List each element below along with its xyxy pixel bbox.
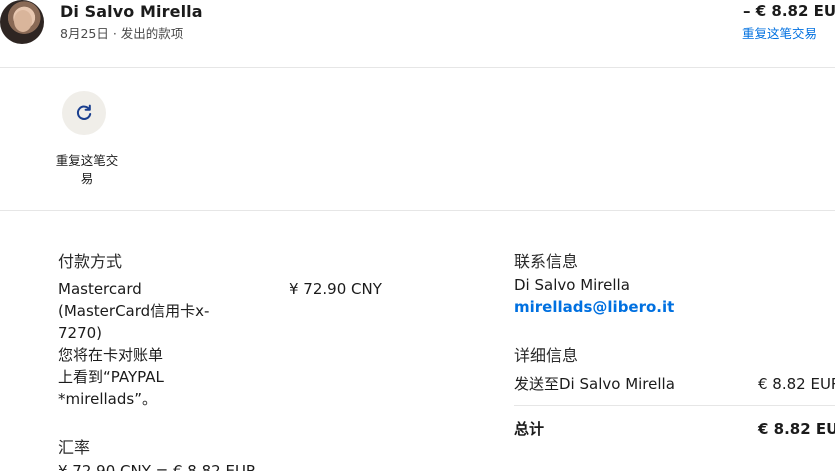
payment-method-title: 付款方式 [58, 252, 123, 271]
payment-method-line: 您将在卡对账单 [58, 346, 164, 364]
repeat-transaction-label: 重复这笔交易 [55, 153, 119, 186]
exchange-rate-line: ¥ 72.90 CNY = € 8.82 EUR [58, 462, 257, 471]
sent-to-amount: € 8.82 EUR [758, 375, 835, 393]
details-title: 详细信息 [514, 346, 579, 365]
repeat-transaction-button[interactable] [62, 91, 106, 135]
total-amount: € 8.82 EUR [758, 420, 835, 438]
payment-method-line: Mastercard [58, 280, 142, 298]
avatar [0, 0, 44, 44]
payment-amount: ¥ 72.90 CNY [289, 280, 382, 298]
contact-name: Di Salvo Mirella [514, 276, 630, 294]
contact-email-link[interactable]: mirellads@libero.it [514, 296, 674, 318]
contact-info-title: 联系信息 [514, 252, 579, 271]
payment-method-line: 7270) [58, 324, 103, 342]
payment-method-line: 上看到“PAYPAL [58, 368, 164, 386]
repeat-transaction-link[interactable]: 重复这笔交易 [742, 23, 817, 42]
payment-method-description: Mastercard (MasterCard信用卡x- 7270) 您将在卡对账… [58, 278, 228, 410]
transaction-details-page: Di Salvo Mirella 8月25日 · 发出的款项 – € 8.82 … [0, 0, 835, 471]
payment-method-line: *mirellads”。 [58, 390, 157, 408]
transaction-amount: – € 8.82 EUR [743, 2, 835, 20]
actions-bar: 重复这笔交易 [0, 68, 835, 211]
total-label: 总计 [514, 420, 545, 438]
exchange-rate-title: 汇率 [58, 438, 91, 457]
transaction-header: Di Salvo Mirella 8月25日 · 发出的款项 – € 8.82 … [0, 0, 835, 68]
details-divider [514, 405, 835, 406]
sent-to-label: 发送至Di Salvo Mirella [514, 375, 675, 393]
transaction-date-type: 8月25日 · 发出的款项 [60, 26, 184, 41]
payment-method-line: (MasterCard信用卡x- [58, 302, 210, 320]
refresh-icon [76, 104, 92, 120]
counterparty-name: Di Salvo Mirella [60, 2, 203, 21]
